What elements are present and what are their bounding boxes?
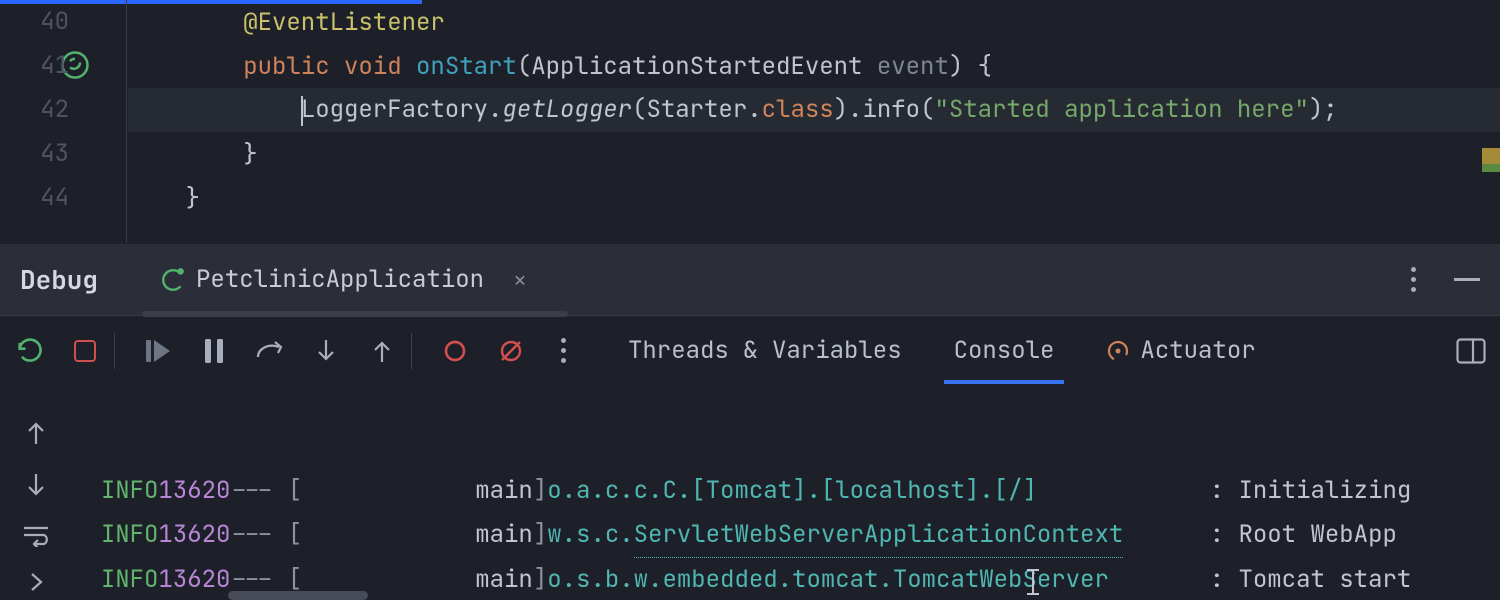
rerun-button[interactable] — [14, 336, 44, 366]
log-line[interactable]: INFO 13620 --- [ main] o.a.c.c.C.[Tomcat… — [72, 469, 1500, 513]
tab-console[interactable]: Console — [952, 317, 1057, 384]
separator — [411, 333, 412, 369]
tab-actuator[interactable]: Actuator — [1104, 317, 1257, 384]
rerun-icon — [160, 267, 186, 293]
minimize-icon[interactable] — [1454, 278, 1480, 281]
scroll-up-icon[interactable] — [23, 419, 49, 447]
code-editor[interactable]: 4041424344 @EventListener public void on… — [0, 0, 1500, 243]
mute-breakpoints-button[interactable] — [496, 336, 526, 366]
line-number[interactable]: 43 — [0, 132, 127, 176]
line-number[interactable]: 44 — [0, 176, 127, 220]
resume-button[interactable] — [143, 336, 173, 366]
ok-stripe[interactable] — [1482, 164, 1500, 172]
editor-gutter[interactable]: 4041424344 — [0, 0, 127, 243]
stop-button[interactable] — [70, 336, 100, 366]
tab-threads[interactable]: Threads & Variables — [626, 317, 904, 384]
close-icon[interactable]: ✕ — [514, 267, 526, 293]
options-icon[interactable] — [1402, 267, 1424, 292]
debug-run-tab-label: PetclinicApplication — [196, 264, 484, 295]
warning-stripe[interactable] — [1482, 148, 1500, 164]
layout-settings-icon[interactable] — [1456, 338, 1486, 364]
soft-wrap-icon[interactable] — [21, 523, 51, 547]
console-output[interactable]: INFO 13620 --- [ main] o.a.c.c.C.[Tomcat… — [72, 385, 1500, 600]
line-number[interactable]: 42 — [0, 88, 127, 132]
step-over-button[interactable] — [255, 336, 285, 366]
code-line[interactable]: } — [128, 132, 1500, 176]
view-breakpoints-button[interactable] — [440, 336, 470, 366]
console-panel: INFO 13620 --- [ main] o.a.c.c.C.[Tomcat… — [0, 385, 1500, 600]
debug-toolbar: Threads & Variables Console Actuator — [0, 315, 1500, 385]
horizontal-scrollbar[interactable] — [228, 591, 368, 600]
debug-content-tabs: Threads & Variables Console Actuator — [626, 317, 1258, 384]
console-left-toolbar — [0, 385, 72, 600]
debug-toolwindow-header: Debug PetclinicApplication ✕ — [0, 243, 1500, 315]
code-line[interactable]: @EventListener — [128, 0, 1500, 44]
code-line[interactable]: LoggerFactory.getLogger(Starter.class).i… — [128, 88, 1500, 132]
step-into-button[interactable] — [311, 336, 341, 366]
more-icon[interactable] — [552, 338, 574, 363]
chevron-right-icon[interactable] — [25, 571, 47, 593]
debug-run-tab[interactable]: PetclinicApplication ✕ — [154, 244, 532, 316]
debug-title: Debug — [20, 262, 98, 297]
line-number[interactable]: 40 — [0, 0, 127, 44]
line-number[interactable]: 41 — [0, 44, 127, 88]
log-line[interactable]: INFO 13620 --- [ main] w.s.c.ServletWebS… — [72, 513, 1500, 558]
actuator-icon — [1106, 339, 1130, 363]
scroll-down-icon[interactable] — [23, 471, 49, 499]
pause-button[interactable] — [199, 336, 229, 366]
code-line[interactable]: public void onStart(ApplicationStartedEv… — [128, 44, 1500, 88]
separator — [114, 333, 115, 369]
step-out-button[interactable] — [367, 336, 397, 366]
code-line[interactable]: } — [128, 176, 1500, 220]
